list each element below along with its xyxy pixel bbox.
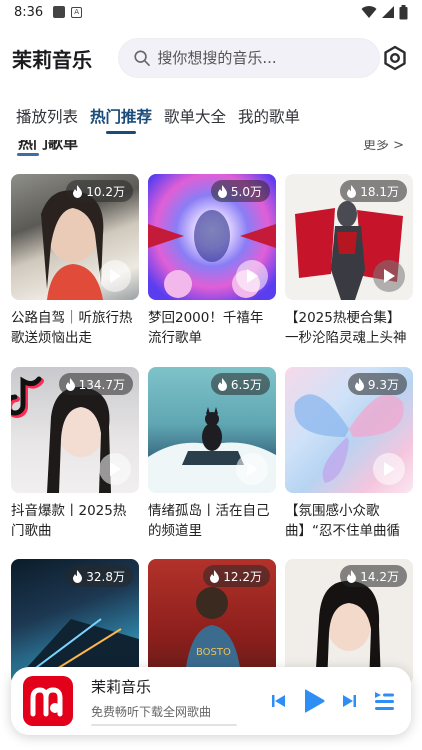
playlist-cover[interactable]: 134.7万 <box>11 367 139 493</box>
flame-icon <box>210 569 220 583</box>
play-icon <box>384 269 395 283</box>
play-icon <box>247 269 258 283</box>
playlist-cover[interactable]: 18.1万 <box>285 174 413 300</box>
play-icon <box>110 462 121 476</box>
flame-icon <box>65 377 75 391</box>
battery-icon <box>399 4 408 19</box>
search-input[interactable] <box>157 49 366 67</box>
playlist-card[interactable]: 134.7万 抖音爆款丨2025热门歌曲 <box>11 367 139 541</box>
play-count: 14.2万 <box>360 569 399 584</box>
queue-list-icon <box>375 692 394 710</box>
play-count-badge: 12.2万 <box>203 565 270 587</box>
flame-icon <box>354 377 364 391</box>
play-pause-button[interactable] <box>303 689 325 713</box>
tab-my-playlists[interactable]: 我的歌单 <box>238 104 300 134</box>
play-count-badge: 18.1万 <box>340 180 407 202</box>
svg-text:BOSTO: BOSTO <box>196 647 231 658</box>
playlist-card[interactable]: 5.0万 梦回2000！千禧年流行歌单 <box>148 174 276 348</box>
play-count: 12.2万 <box>223 569 262 584</box>
flame-icon <box>347 184 357 198</box>
m-logo-icon <box>30 687 63 717</box>
a-badge-icon: A <box>71 6 83 18</box>
next-button[interactable] <box>341 694 357 708</box>
skip-next-icon <box>343 695 356 707</box>
play-button[interactable] <box>373 260 405 292</box>
play-button[interactable] <box>373 453 405 485</box>
play-count: 6.5万 <box>230 377 262 392</box>
playback-progress[interactable] <box>91 724 237 726</box>
playlist-card[interactable]: 9.3万 【氛围感小众歌曲】“忍不住单曲循环 <box>285 367 413 541</box>
settings-button[interactable] <box>380 43 410 73</box>
play-count: 10.2万 <box>86 184 125 199</box>
flame-icon <box>73 184 83 198</box>
playlist-cover[interactable]: 9.3万 <box>285 367 413 493</box>
playlist-title: 【2025热梗合集】一秒沦陷灵魂上头神曲 <box>285 310 407 346</box>
hexagon-settings-icon <box>384 45 406 71</box>
flame-icon <box>217 184 227 198</box>
search-icon <box>134 50 151 66</box>
player-subtitle: 免费畅听下载全网歌曲 <box>91 705 212 719</box>
player-title: 茉莉音乐 <box>91 678 152 696</box>
section-header: 热门歌单 更多 > <box>0 140 422 156</box>
wifi-icon <box>361 6 377 19</box>
play-button[interactable] <box>99 453 131 485</box>
playlist-cover[interactable]: 6.5万 <box>148 367 276 493</box>
skip-previous-icon <box>272 695 285 707</box>
play-button[interactable] <box>236 453 268 485</box>
play-count: 5.0万 <box>230 184 262 199</box>
player-controls <box>271 689 399 713</box>
playlist-title: 抖音爆款丨2025热门歌曲 <box>11 503 127 539</box>
tab-hot-recommend[interactable]: 热门推荐 <box>90 104 152 134</box>
status-time: 8:36 <box>14 4 44 20</box>
more-link[interactable]: 更多 > <box>363 140 404 153</box>
play-count: 134.7万 <box>78 377 125 392</box>
play-icon <box>305 689 325 713</box>
play-count-badge: 10.2万 <box>66 180 133 202</box>
mini-player[interactable]: 茉莉音乐 免费畅听下载全网歌曲 <box>11 667 411 735</box>
section-title-underline <box>17 153 39 156</box>
playlist-card[interactable]: 10.2万 公路自驾｜听旅行热歌送烦恼出走 <box>11 174 139 348</box>
notification-icon <box>53 6 66 18</box>
play-count: 18.1万 <box>360 184 399 199</box>
player-info: 茉莉音乐 免费畅听下载全网歌曲 <box>91 676 237 726</box>
playlist-cover[interactable]: 10.2万 <box>11 174 139 300</box>
play-count-badge: 134.7万 <box>58 373 133 395</box>
tab-all-playlists[interactable]: 歌单大全 <box>164 104 226 134</box>
play-count-badge: 32.8万 <box>66 565 133 587</box>
status-bar: 8:36 A <box>0 0 422 24</box>
play-button[interactable] <box>236 260 268 292</box>
playlist-cover[interactable]: 5.0万 <box>148 174 276 300</box>
play-count-badge: 5.0万 <box>210 180 270 202</box>
play-button[interactable] <box>99 260 131 292</box>
play-icon <box>247 462 258 476</box>
signal-icon <box>382 6 394 18</box>
app-logo <box>23 676 73 726</box>
playlist-card[interactable]: 6.5万 情绪孤岛丨活在自己的频道里 <box>148 367 276 541</box>
playlist-title: 梦回2000！千禧年流行歌单 <box>148 310 264 346</box>
play-count-badge: 9.3万 <box>347 373 407 395</box>
play-count: 9.3万 <box>367 377 399 392</box>
play-icon <box>110 269 121 283</box>
section-title: 热门歌单 <box>18 140 79 152</box>
flame-icon <box>73 569 83 583</box>
category-tabs: 播放列表 热门推荐 歌单大全 我的歌单 <box>0 104 422 138</box>
play-icon <box>384 462 395 476</box>
previous-button[interactable] <box>271 694 287 708</box>
playlist-queue-button[interactable] <box>373 690 395 712</box>
playlist-title: 情绪孤岛丨活在自己的频道里 <box>148 503 270 539</box>
search-bar[interactable] <box>118 38 381 78</box>
playlist-card[interactable]: 18.1万 【2025热梗合集】一秒沦陷灵魂上头神曲 <box>285 174 413 348</box>
play-count: 32.8万 <box>86 569 125 584</box>
app-header: 茉莉音乐 <box>0 30 422 86</box>
playlist-title: 公路自驾｜听旅行热歌送烦恼出走 <box>11 310 133 346</box>
flame-icon <box>217 377 227 391</box>
app-title: 茉莉音乐 <box>12 47 92 72</box>
play-count-badge: 14.2万 <box>340 565 407 587</box>
tab-playlist[interactable]: 播放列表 <box>16 104 78 134</box>
play-count-badge: 6.5万 <box>210 373 270 395</box>
flame-icon <box>347 569 357 583</box>
playlist-title: 【氛围感小众歌曲】“忍不住单曲循环 <box>285 503 400 539</box>
